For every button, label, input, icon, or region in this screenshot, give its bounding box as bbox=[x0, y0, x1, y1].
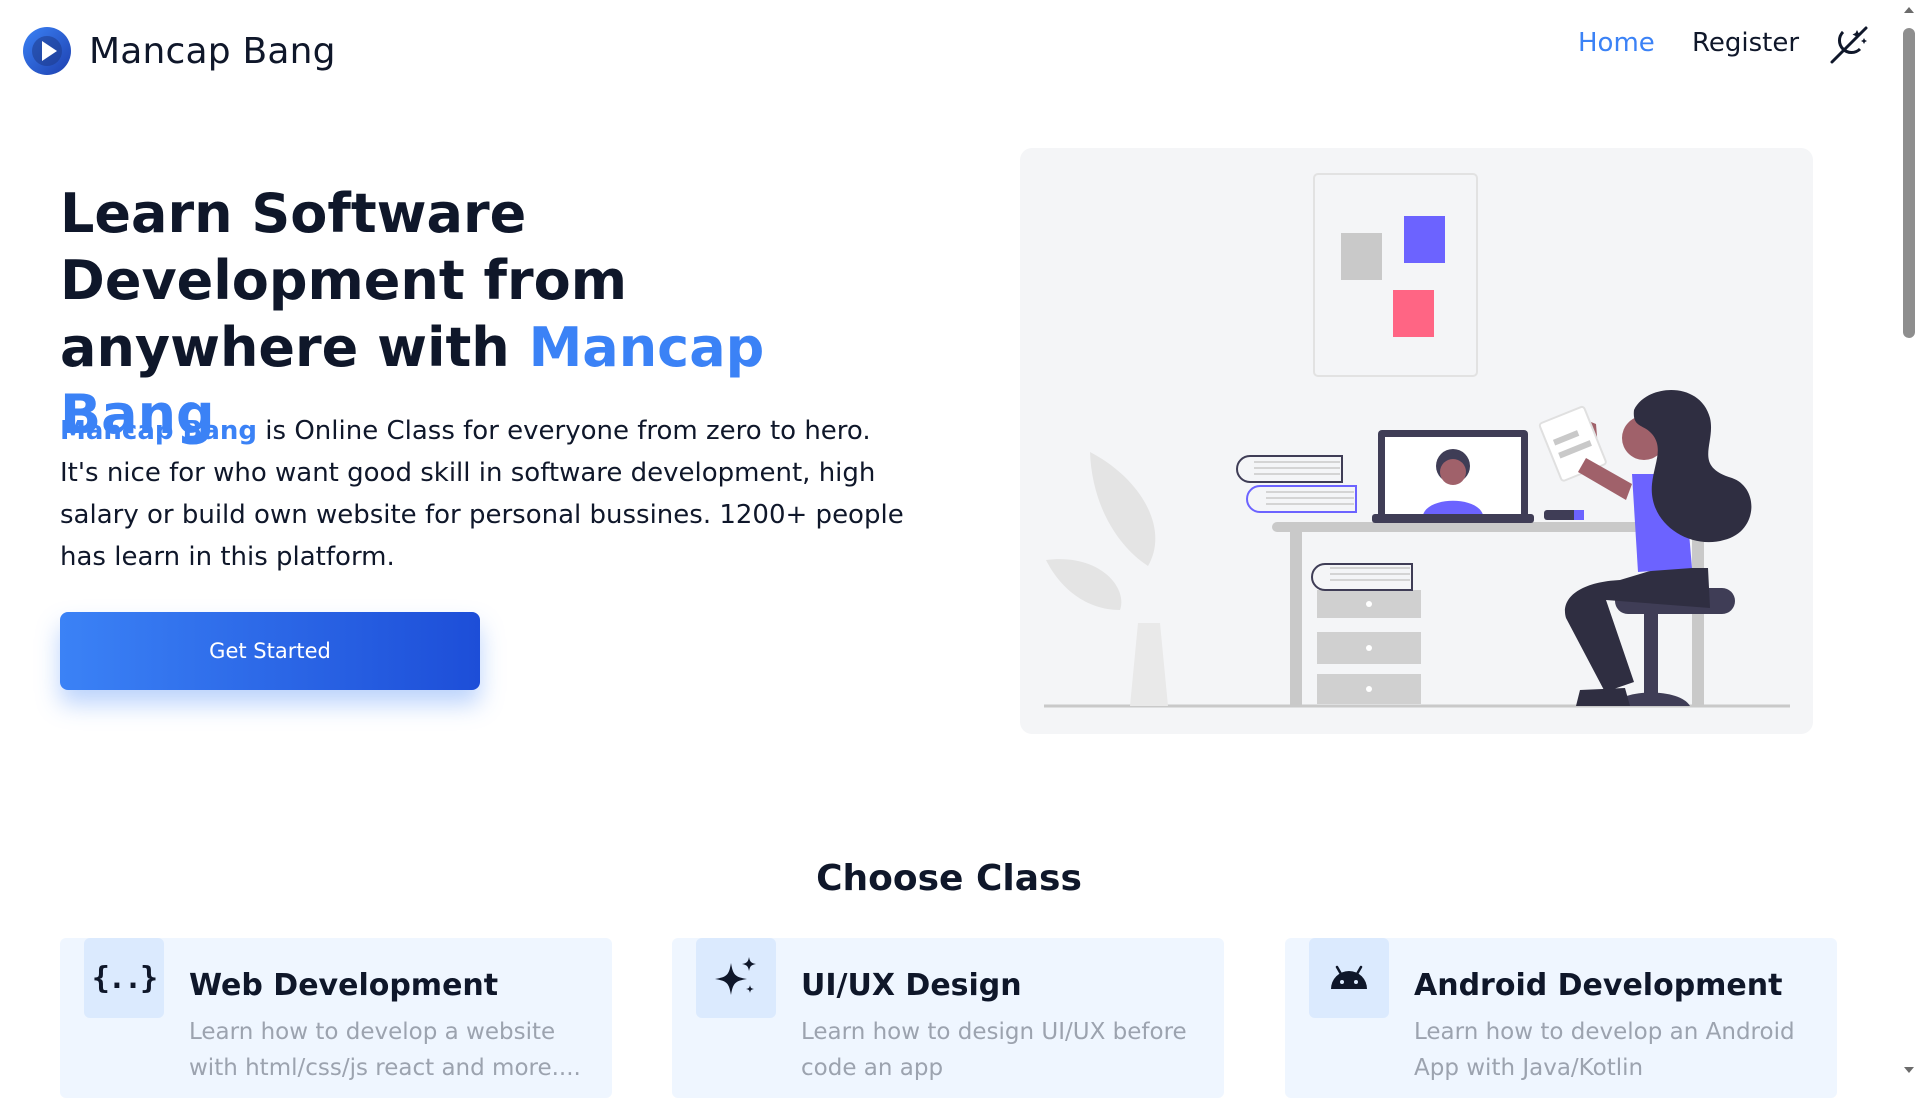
android-icon bbox=[1309, 938, 1389, 1018]
get-started-button[interactable]: Get Started bbox=[60, 612, 480, 690]
nav-link-home[interactable]: Home bbox=[1578, 28, 1655, 58]
hero-title: Learn Software Development from anywhere… bbox=[60, 180, 860, 448]
class-card-uiux-design[interactable]: UI/UX Design Learn how to design UI/UX b… bbox=[672, 938, 1224, 1098]
play-circle-icon bbox=[23, 27, 71, 75]
theme-toggle-icon[interactable] bbox=[1828, 24, 1870, 66]
plant-illustration bbox=[1046, 452, 1168, 706]
hero-illustration bbox=[1020, 148, 1813, 734]
hero-desc-accent: Mancap Bang bbox=[60, 416, 258, 446]
scrollbar-thumb[interactable] bbox=[1903, 28, 1915, 338]
code-braces-icon: {..} bbox=[84, 938, 164, 1018]
wall-frame bbox=[1313, 173, 1478, 377]
nav-link-register[interactable]: Register bbox=[1692, 28, 1799, 58]
page-scrollbar[interactable] bbox=[1898, 0, 1920, 1080]
class-card-description: Learn how to design UI/UX before code an… bbox=[801, 1019, 1187, 1081]
navbar: Mancap Bang Home Register bbox=[0, 0, 1898, 100]
hero-description: Mancap Bang is Online Class for everyone… bbox=[60, 410, 910, 578]
sparkles-icon bbox=[696, 938, 776, 1018]
brand[interactable]: Mancap Bang bbox=[22, 26, 336, 76]
class-card-title: Web Development bbox=[189, 968, 499, 1003]
class-card-web-development[interactable]: {..} Web Development Learn how to develo… bbox=[60, 938, 612, 1098]
class-card-title: Android Development bbox=[1414, 968, 1783, 1003]
class-card-description: Learn how to develop an Android App with… bbox=[1414, 1019, 1795, 1081]
online-class-illustration bbox=[1044, 173, 1790, 708]
class-card-description: Learn how to develop a website with html… bbox=[189, 1019, 581, 1081]
scroll-down-arrow-icon[interactable] bbox=[1898, 1060, 1920, 1080]
brand-name: Mancap Bang bbox=[89, 30, 336, 72]
class-card-android-development[interactable]: Android Development Learn how to develop… bbox=[1285, 938, 1837, 1098]
person-illustration bbox=[1538, 389, 1752, 706]
class-card-title: UI/UX Design bbox=[801, 968, 1022, 1003]
books bbox=[1236, 455, 1357, 513]
choose-class-title: Choose Class bbox=[816, 858, 1082, 899]
scroll-up-arrow-icon[interactable] bbox=[1898, 0, 1920, 20]
